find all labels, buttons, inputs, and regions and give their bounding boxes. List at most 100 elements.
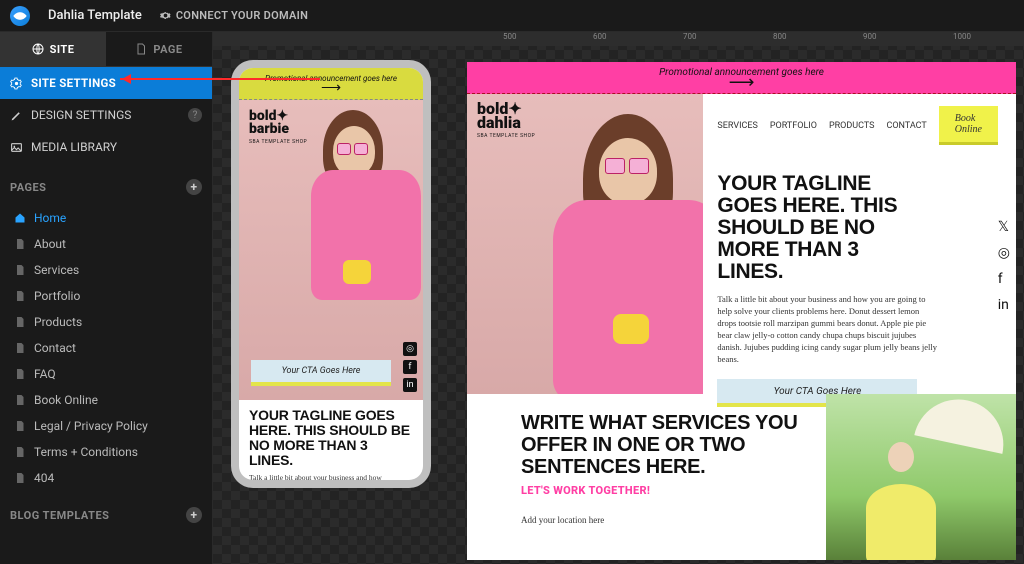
section-blog-templates-label: BLOG TEMPLATES [10, 509, 109, 522]
page-icon [14, 316, 26, 328]
mobile-cta-button[interactable]: Your CTA Goes Here [251, 360, 391, 386]
page-item-about[interactable]: About [0, 231, 212, 257]
ruler-tick: 1000 [953, 32, 971, 41]
page-item-faq[interactable]: FAQ [0, 361, 212, 387]
desktop-social-icons: 𝕏 ◎ f in [998, 219, 1010, 313]
desktop-tagline: YOUR TAGLINE GOES HERE. THIS SHOULD BE N… [717, 173, 927, 283]
twitter-icon[interactable]: 𝕏 [998, 219, 1010, 235]
page-label: FAQ [34, 367, 56, 381]
sidebar-tabs: SITE PAGE [0, 32, 212, 67]
page-label: About [34, 237, 66, 251]
page-label: Portfolio [34, 289, 80, 303]
instagram-icon[interactable]: ◎ [998, 245, 1010, 261]
menu-media-library[interactable]: MEDIA LIBRARY [0, 131, 212, 163]
instagram-icon[interactable]: ◎ [403, 342, 417, 356]
sidebar: SITE PAGE SITE SETTINGS DESIGN SETTINGS … [0, 32, 213, 564]
page-item-contact[interactable]: Contact [0, 335, 212, 361]
pencil-icon [10, 109, 23, 122]
page-item-portfolio[interactable]: Portfolio [0, 283, 212, 309]
arrow-right-icon: ⟶ [729, 78, 755, 88]
facebook-icon[interactable]: f [998, 271, 1010, 287]
menu-design-settings-label: DESIGN SETTINGS [31, 108, 131, 122]
nav-products[interactable]: PRODUCTS [829, 121, 875, 131]
page-label: Book Online [34, 393, 98, 407]
page-item-products[interactable]: Products [0, 309, 212, 335]
page-item-terms[interactable]: Terms + Conditions [0, 439, 212, 465]
ruler-tick: 600 [593, 32, 607, 41]
nav-services[interactable]: SERVICES [717, 121, 757, 131]
arrow-right-icon: ⟶ [321, 83, 341, 93]
page-icon [14, 368, 26, 380]
page-item-legal[interactable]: Legal / Privacy Policy [0, 413, 212, 439]
topbar: Dahlia Template CONNECT YOUR DOMAIN [0, 0, 1024, 32]
mobile-social-icons: ◎ f in [403, 342, 417, 392]
section-pages-header: PAGES + [0, 169, 212, 205]
connect-domain-button[interactable]: CONNECT YOUR DOMAIN [160, 9, 308, 22]
project-title: Dahlia Template [48, 8, 142, 23]
image-icon [10, 141, 23, 154]
desktop-preview-frame[interactable]: Promotional announcement goes here ⟶ bol… [467, 62, 1016, 560]
watch-accessory [343, 260, 371, 284]
mobile-paragraph: Talk a little bit about your business an… [249, 473, 413, 480]
nav-portfolio[interactable]: PORTFOLIO [770, 121, 817, 131]
umbrella-illustration [914, 394, 1011, 454]
desktop-paragraph: Talk a little bit about your business an… [717, 293, 937, 365]
add-blog-template-button[interactable]: + [186, 507, 202, 523]
page-label: Terms + Conditions [34, 445, 138, 459]
tab-page[interactable]: PAGE [106, 32, 212, 66]
menu-site-settings-label: SITE SETTINGS [31, 76, 116, 90]
connect-domain-label: CONNECT YOUR DOMAIN [176, 9, 308, 22]
page-label: Products [34, 315, 82, 329]
add-page-button[interactable]: + [186, 179, 202, 195]
page-icon [14, 446, 26, 458]
hero-person-illustration [283, 110, 423, 400]
services-title: WRITE WHAT SERVICES YOU OFFER IN ONE OR … [521, 412, 806, 478]
help-icon[interactable]: ? [188, 108, 202, 122]
page-icon [14, 342, 26, 354]
gear-icon [10, 77, 23, 90]
tab-site[interactable]: SITE [0, 32, 106, 66]
menu-site-settings[interactable]: SITE SETTINGS [0, 67, 212, 99]
gear-icon [160, 10, 171, 21]
desktop-nav: SERVICES PORTFOLIO PRODUCTS CONTACT Book… [717, 106, 998, 145]
page-icon [14, 238, 26, 250]
linkedin-icon[interactable]: in [998, 297, 1010, 313]
menu-design-settings[interactable]: DESIGN SETTINGS ? [0, 99, 212, 131]
nav-contact[interactable]: CONTACT [886, 121, 926, 131]
person-dress [866, 484, 936, 560]
services-location: Add your location here [521, 515, 806, 525]
mobile-tagline: YOUR TAGLINE GOES HERE. THIS SHOULD BE N… [249, 408, 413, 468]
watch-accessory [613, 314, 649, 344]
ruler-tick: 500 [503, 32, 517, 41]
page-item-services[interactable]: Services [0, 257, 212, 283]
page-icon [14, 264, 26, 276]
page-label: Contact [34, 341, 76, 355]
page-item-404[interactable]: 404 [0, 465, 212, 491]
page-item-home[interactable]: Home [0, 205, 212, 231]
brand-logo-icon [10, 6, 30, 26]
tab-page-label: PAGE [153, 43, 182, 56]
mobile-hero: bold✦ barbie SBA TEMPLATE SHOP [239, 100, 423, 400]
canvas[interactable]: 500 600 700 800 900 1000 Promotional ann… [213, 32, 1024, 564]
page-label: 404 [34, 471, 54, 485]
desktop-hero-image: bold✦ dahlia SBA TEMPLATE SHOP [467, 94, 703, 394]
page-label: Legal / Privacy Policy [34, 419, 148, 433]
book-online-button[interactable]: Book Online [939, 106, 998, 145]
horizontal-ruler: 500 600 700 800 900 1000 [213, 32, 1024, 46]
linkedin-icon[interactable]: in [403, 378, 417, 392]
page-label: Home [34, 211, 66, 225]
facebook-icon[interactable]: f [403, 360, 417, 374]
mobile-preview-frame[interactable]: Promotional announcement goes here ⟶ bol… [231, 60, 431, 488]
page-icon [14, 420, 26, 432]
menu-media-library-label: MEDIA LIBRARY [31, 140, 117, 154]
mobile-promo-banner: Promotional announcement goes here ⟶ [239, 68, 423, 100]
page-icon [14, 290, 26, 302]
person-head [888, 442, 914, 472]
section-pages-label: PAGES [10, 181, 46, 194]
page-item-book-online[interactable]: Book Online [0, 387, 212, 413]
ruler-tick: 700 [683, 32, 697, 41]
page-icon [14, 394, 26, 406]
tab-site-label: SITE [50, 43, 75, 56]
section-blog-templates-header: BLOG TEMPLATES + [0, 497, 212, 533]
page-icon [135, 43, 147, 55]
